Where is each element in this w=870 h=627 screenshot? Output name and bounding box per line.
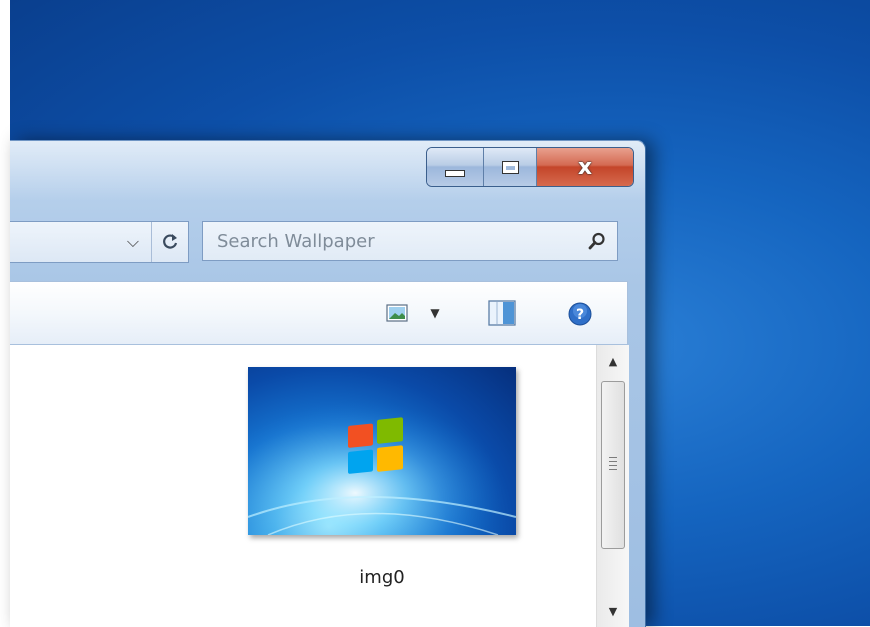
search-input[interactable] [203, 222, 591, 260]
scroll-up-button[interactable]: ▲ [597, 345, 629, 377]
preview-pane-icon[interactable] [488, 300, 516, 326]
chevron-down-icon: ⌵ [126, 232, 140, 251]
caret-down-icon: ▼ [430, 306, 440, 320]
scroll-down-button[interactable]: ▼ [597, 595, 629, 627]
windows-logo-icon [248, 367, 516, 535]
vertical-scrollbar[interactable]: ▲ ▼ [596, 345, 629, 627]
command-bar: ▼ ? [10, 281, 628, 345]
explorer-window: x ⌵ ▼ [10, 140, 646, 627]
minimize-button[interactable] [427, 148, 484, 186]
maximize-button[interactable] [484, 148, 537, 186]
scroll-up-icon: ▲ [608, 354, 618, 368]
file-thumbnail[interactable] [248, 367, 516, 535]
left-strip [0, 0, 10, 626]
caption-buttons: x [426, 147, 634, 187]
file-list: img0 [10, 345, 596, 627]
search-box [202, 221, 618, 261]
address-history-button[interactable]: ⌵ [115, 222, 152, 262]
refresh-button[interactable] [152, 222, 188, 262]
address-bar[interactable]: ⌵ [10, 221, 189, 263]
file-name: img0 [359, 567, 405, 588]
svg-text:?: ? [576, 307, 584, 323]
change-view-icon[interactable] [386, 304, 408, 322]
refresh-icon [163, 234, 178, 249]
maximize-icon [501, 160, 519, 174]
help-icon[interactable]: ? [568, 302, 592, 326]
scroll-down-icon: ▼ [608, 604, 618, 618]
search-icon[interactable] [587, 231, 607, 251]
scroll-grip-icon [609, 457, 617, 471]
view-options-dropdown[interactable]: ▼ [428, 304, 442, 322]
close-button[interactable]: x [537, 148, 633, 186]
scroll-thumb[interactable] [601, 381, 625, 549]
close-icon: x [577, 154, 593, 180]
minimize-icon [445, 169, 465, 177]
